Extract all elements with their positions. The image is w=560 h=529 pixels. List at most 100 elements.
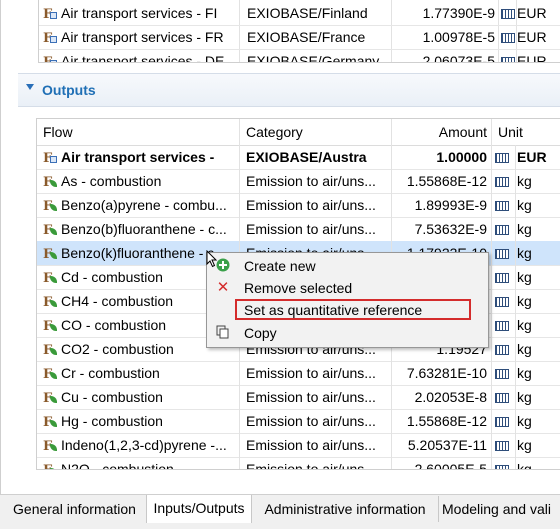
flow-name: Hg - combustion [61,413,163,429]
unit-icon [495,393,509,403]
category-cell: Emission to air/uns... [246,365,376,381]
table-row[interactable]: F Air transport services - FI EXIOBASE/Fin… [39,1,560,26]
table-row[interactable]: F Indeno(1,2,3-cd)pyrene -... Emission to … [37,433,560,458]
table-row[interactable]: F Air transport services - DE EXIOBASE/Ger… [39,49,560,63]
table-row[interactable]: FN2O - combustion Emission to air/uns... 2… [37,457,560,470]
menu-item-copy[interactable]: Copy [207,322,488,344]
outputs-section-header[interactable] [18,73,560,107]
amount-cell: 5.20537E-11 [407,437,487,453]
unit-icon [501,33,515,43]
menu-item-create-new[interactable]: Create new [207,255,488,277]
flow-cell: F Air transport services - FR [43,25,239,49]
context-menu: Create new ✕ Remove selected Set as quan… [206,252,489,348]
unit-cell: EUR [517,149,547,165]
flow-name: Air transport services - FI [61,5,218,21]
elementary-flow-icon: F [43,198,59,214]
category-cell: Emission to air/uns... [246,389,376,405]
column-header-unit[interactable]: Unit [498,119,523,145]
table-row[interactable]: F Cr - combustion Emission to air/uns... 7.… [37,361,560,386]
unit-cell: kg [517,317,532,333]
flow-name: Cu - combustion [61,389,163,405]
table-header: Flow Category Amount Unit [37,119,560,146]
flow-name: Air transport services - [61,149,215,165]
elementary-flow-icon: F [43,390,59,406]
unit-cell: kg [517,245,532,261]
unit-cell: EUR [517,29,547,45]
outputs-section-title: Outputs [42,82,96,98]
tab-inputs-outputs[interactable]: Inputs/Outputs [146,495,252,523]
unit-cell: kg [517,365,532,381]
inputs-table[interactable]: F Air transport services - FI EXIOBASE/Fin… [38,0,560,63]
elementary-flow-icon: F [43,318,59,334]
column-header-flow[interactable]: Flow [43,119,73,145]
unit-cell: kg [517,341,532,357]
table-row[interactable]: F Air transport services - EXIOBASE/Austra… [37,145,560,170]
table-row[interactable]: F Benzo(a)pyrene - combu... Emission to ai… [37,193,560,218]
unit-icon-cell [495,409,513,433]
chevron-down-icon[interactable] [26,84,34,90]
unit-cell: kg [517,221,532,237]
unit-icon [495,177,509,187]
unit-icon [495,417,509,427]
category-cell: EXIOBASE/France [247,29,366,45]
category-cell: EXIOBASE/Finland [247,5,368,21]
unit-icon-cell [495,337,513,361]
unit-icon-cell [495,217,513,241]
category-cell: Emission to air/uns... [246,173,376,189]
flow-name: Benzo(b)fluoranthene - c... [61,221,227,237]
flow-cell: F Indeno(1,2,3-cd)pyrene -... [43,433,237,457]
unit-icon [495,465,509,469]
category-cell: Emission to air/uns... [246,221,376,237]
flow-cell: F Air transport services - DE [43,49,239,62]
unit-cell: kg [517,197,532,213]
flow-name: Cd - combustion [61,269,163,285]
flow-name: As - combustion [61,173,162,189]
elementary-flow-icon: F [43,270,59,286]
amount-cell: 2.60005E-5 [414,461,487,470]
elementary-flow-icon: F [43,246,59,262]
editor-tab-bar: General information Inputs/Outputs Admin… [0,494,560,529]
flow-name: CH4 - combustion [61,293,174,309]
product-flow-icon: F [43,150,59,166]
unit-icon-cell [495,241,513,265]
unit-icon-cell [495,193,513,217]
flow-name: Air transport services - FR [61,29,224,45]
table-row[interactable]: F As - combustion Emission to air/uns... 1.… [37,169,560,194]
tab-general-information[interactable]: General information [3,496,147,522]
amount-cell: 2.02053E-8 [414,389,487,405]
unit-icon-cell [495,169,513,193]
copy-icon [215,325,231,341]
flow-name: N2O - combustion [61,461,174,470]
unit-icon-cell [495,313,513,337]
elementary-flow-icon: F [43,462,59,469]
unit-cell: kg [517,269,532,285]
category-cell: EXIOBASE/Germany [247,53,380,63]
menu-item-remove-selected[interactable]: ✕ Remove selected [207,277,488,299]
table-row[interactable]: F Cu - combustion Emission to air/uns... 2.… [37,385,560,410]
flow-name: CO2 - combustion [61,341,174,357]
tab-administrative-information[interactable]: Administrative information [252,496,439,522]
elementary-flow-icon: F [43,294,59,310]
product-flow-icon: F [43,30,59,46]
unit-cell: EUR [517,5,547,21]
unit-icon [501,9,515,19]
column-header-category[interactable]: Category [246,119,303,145]
table-row[interactable]: F Hg - combustion Emission to air/uns... 1.… [37,409,560,434]
elementary-flow-icon: F [43,342,59,358]
tab-modeling-and-validation[interactable]: Modeling and vali [440,496,560,522]
column-header-amount[interactable]: Amount [391,119,487,145]
unit-icon [495,369,509,379]
unit-icon [495,441,509,451]
category-cell: Emission to air/uns... [246,437,376,453]
flow-name: Benzo(a)pyrene - combu... [61,197,227,213]
amount-cell: 7.63281E-10 [406,365,487,381]
table-row[interactable]: F Benzo(b)fluoranthene - c... Emission to … [37,217,560,242]
flow-name: Cr - combustion [61,365,160,381]
unit-cell: kg [517,437,532,453]
flow-cell: F Cr - combustion [43,361,237,385]
table-row[interactable]: F Air transport services - FR EXIOBASE/Fra… [39,25,560,50]
product-flow-icon: F [43,6,59,22]
product-flow-icon: F [43,54,59,62]
elementary-flow-icon: F [43,222,59,238]
flow-cell: F Air transport services - [43,145,237,169]
